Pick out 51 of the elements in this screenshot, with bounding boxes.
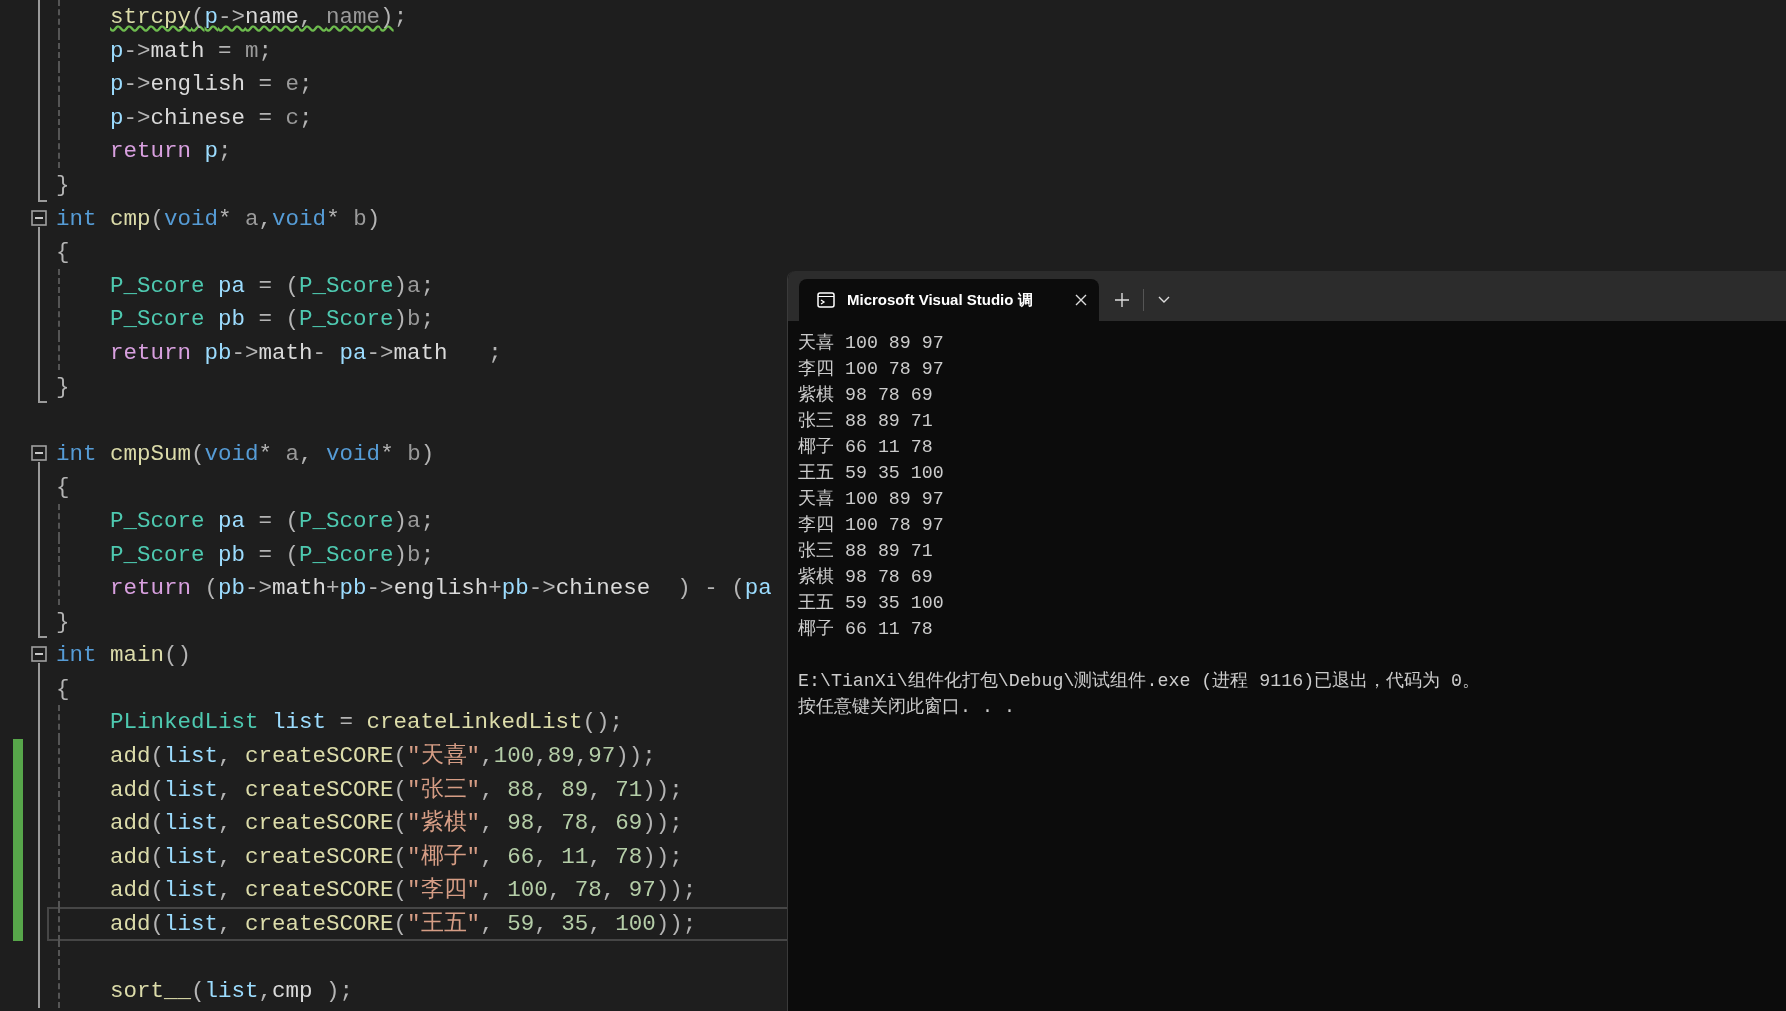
new-tab-icon[interactable] (1115, 293, 1129, 307)
console-output-line: 王五 59 35 100 (798, 462, 945, 485)
code-line: sort__(list,cmp ); (109, 977, 355, 1007)
console-output-line: 天喜 100 89 97 (798, 332, 945, 355)
code-line: return (pb->math+pb->english+pb->chinese ) - (pa (109, 574, 773, 604)
code-line: return pb->math- pa->math ; (109, 338, 503, 368)
console-output-line: 天喜 100 89 97 (798, 488, 945, 511)
console-output-line: 张三 88 89 71 (798, 540, 934, 563)
code-line: int main() (55, 641, 193, 671)
code-line: { (55, 674, 71, 704)
code-line: add(list, createSCORE("紫棋", 98, 78, 69)); (109, 809, 684, 839)
console-output-line: 李四 100 78 97 (798, 514, 945, 537)
collapse-icon[interactable] (31, 444, 47, 461)
code-line: { (55, 238, 71, 268)
code-line: } (55, 607, 71, 637)
code-line: int cmp(void* a,void* b) (55, 204, 382, 234)
console-output-line: 椰子 66 11 78 (798, 436, 934, 459)
code-line: p->chinese = c; (109, 103, 314, 133)
code-line: p->english = e; (109, 70, 314, 100)
console-message-line: E:\TianXi\组件化打包\Debug\测试组件.exe (进程 9116)已退出，代码为 0。 (798, 670, 1482, 693)
dropdown-chevron-icon[interactable] (1158, 296, 1170, 304)
code-line: P_Score pa = (P_Score)a; (109, 506, 436, 536)
console-output-line: 紫棋 98 78 69 (798, 384, 934, 407)
console-output-line: 李四 100 78 97 (798, 358, 945, 381)
code-line: PLinkedList list = createLinkedList(); (109, 708, 625, 738)
console-output-line: 王五 59 35 100 (798, 592, 945, 615)
code-line: { (55, 473, 71, 503)
code-line: P_Score pa = (P_Score)a; (109, 271, 436, 301)
tab-title: Microsoft Visual Studio 调 (847, 289, 1034, 310)
code-line: return p; (109, 137, 233, 167)
code-line: int cmpSum(void* a, void* b) (55, 439, 436, 469)
console-output-line: 紫棋 98 78 69 (798, 566, 934, 589)
console-message-line: 按任意键关闭此窗口. . . (798, 696, 1016, 719)
code-line: P_Score pb = (P_Score)b; (109, 540, 436, 570)
close-icon[interactable] (1075, 294, 1087, 306)
code-line: add(list, createSCORE("椰子", 66, 11, 78)); (109, 842, 684, 872)
console-output-line: 张三 88 89 71 (798, 410, 934, 433)
terminal-icon (817, 292, 835, 308)
code-line: add(list, createSCORE("王五", 59, 35, 100)); (47, 907, 787, 941)
collapse-icon[interactable] (31, 209, 47, 226)
code-line: strcpy(p->name, name); (109, 3, 409, 32)
code-line: add(list, createSCORE("天喜",100,89,97)); (109, 742, 657, 772)
code-line: add(list, createSCORE("张三", 88, 89, 71)); (109, 775, 684, 805)
code-line: add(list, createSCORE("李四", 100, 78, 97)); (109, 876, 698, 906)
code-line: } (55, 372, 71, 402)
code-line: } (55, 170, 71, 200)
code-line: P_Score pb = (P_Score)b; (109, 305, 436, 335)
code-line: p->math = m; (109, 36, 274, 66)
terminal-tab[interactable]: Microsoft Visual Studio 调 (799, 279, 1099, 321)
console-output-line: 椰子 66 11 78 (798, 618, 934, 641)
collapse-icon[interactable] (31, 646, 47, 663)
